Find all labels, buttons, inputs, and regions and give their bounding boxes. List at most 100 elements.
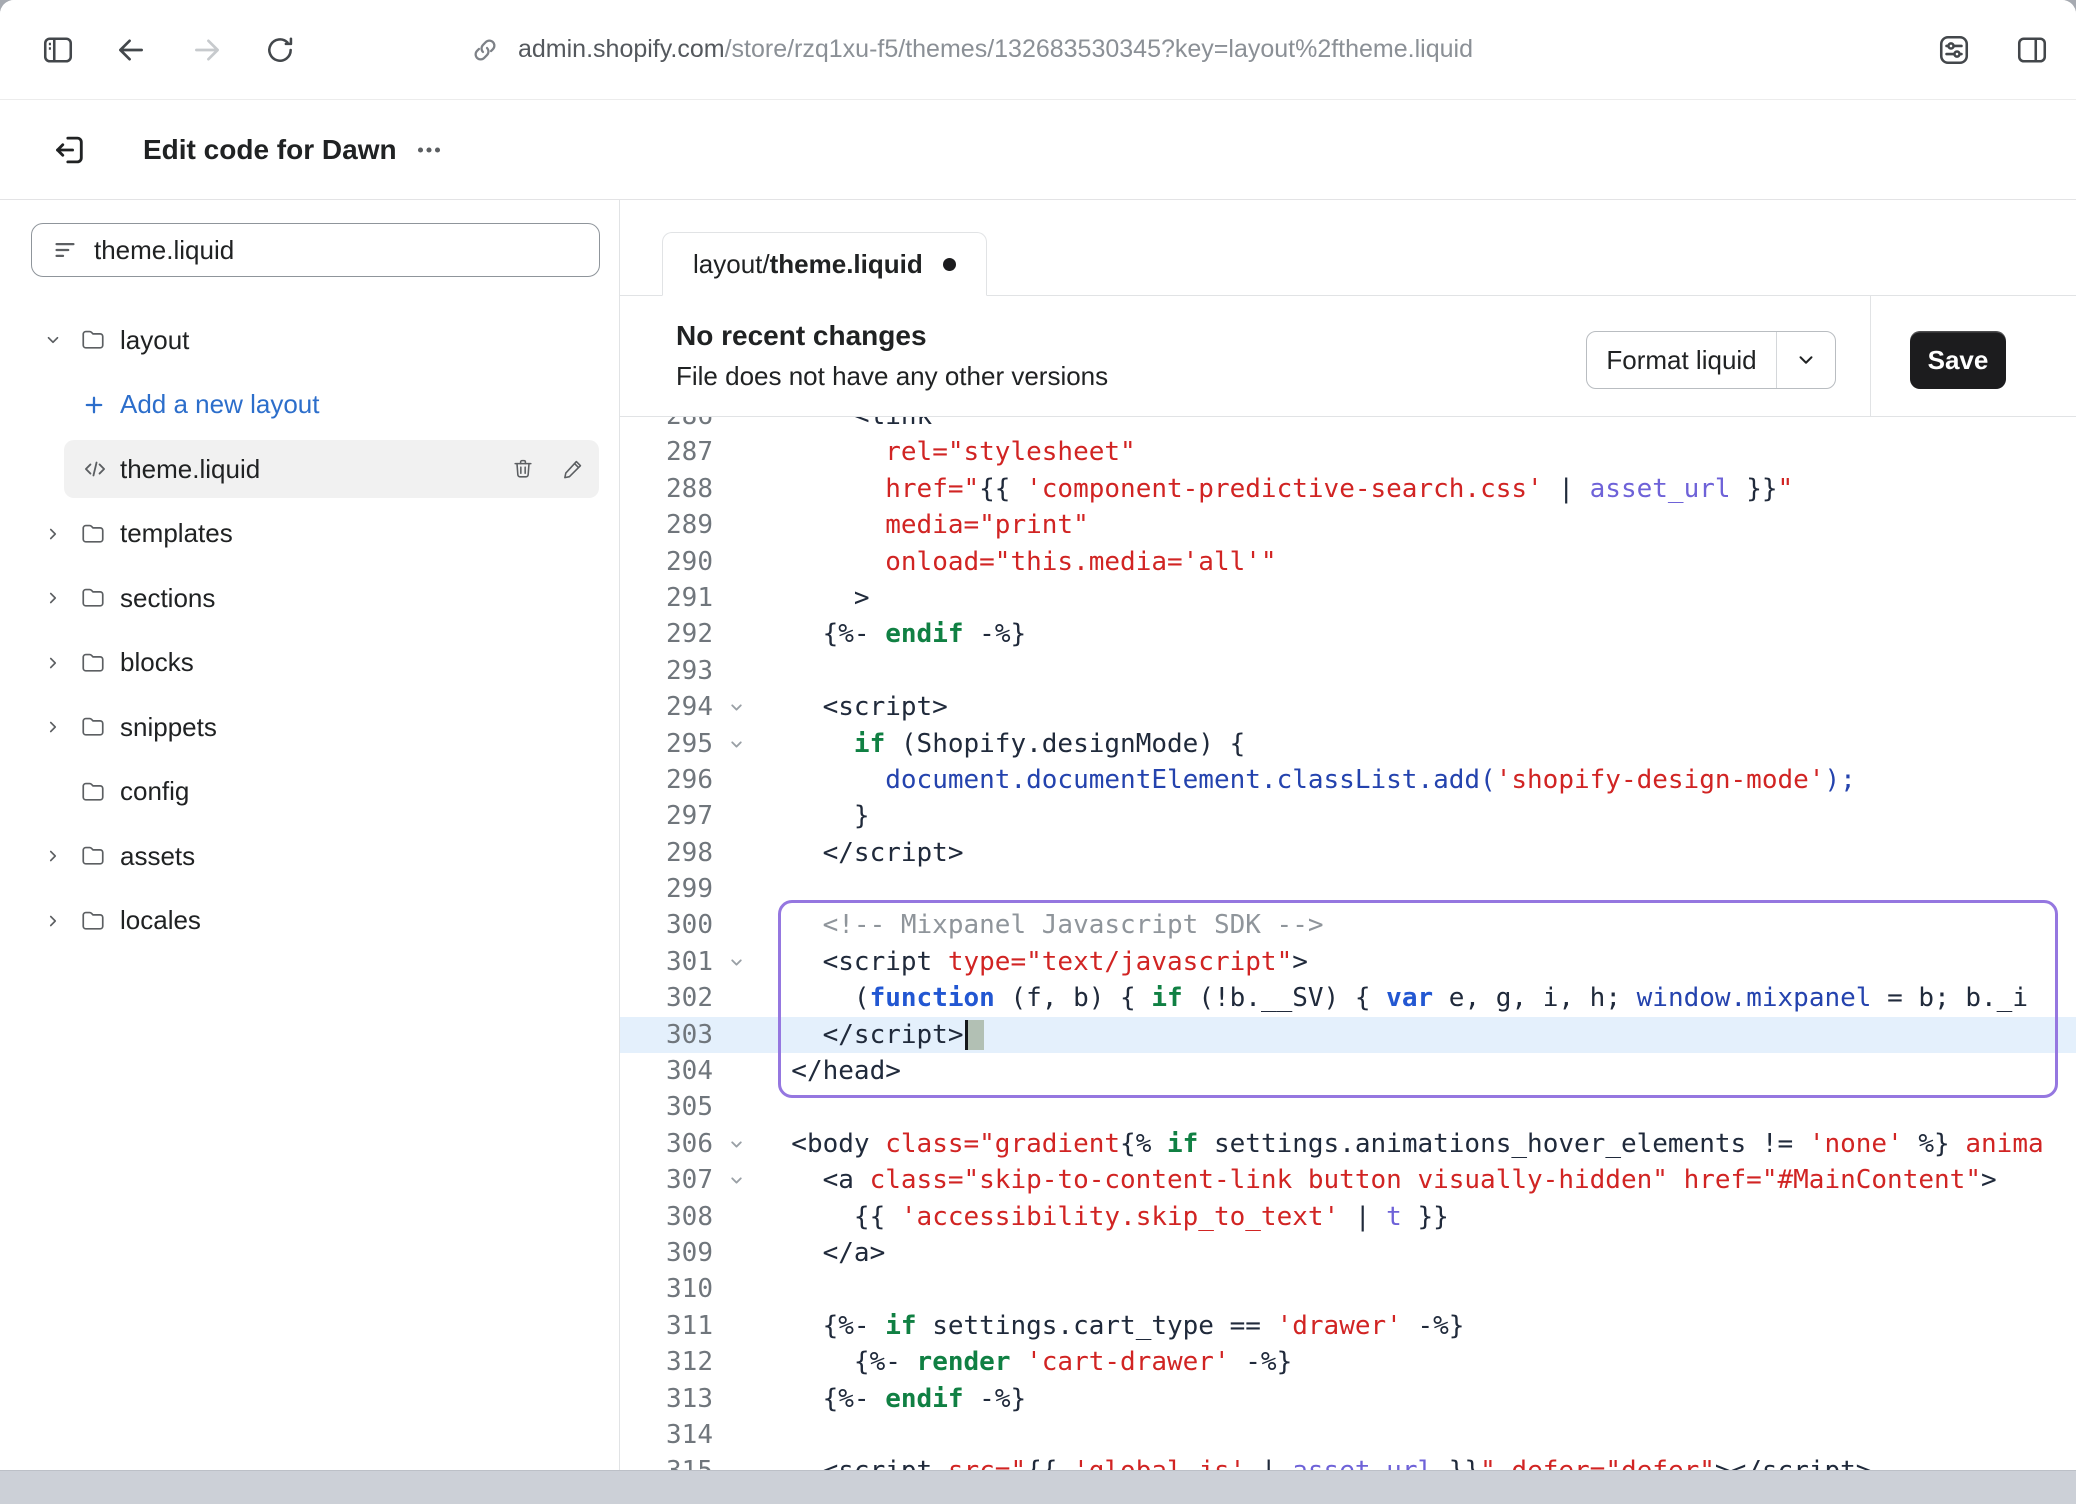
- line-number[interactable]: 302: [620, 980, 713, 1016]
- code-text[interactable]: </head>: [760, 1053, 901, 1089]
- code-text[interactable]: </a>: [760, 1235, 885, 1271]
- action-add-a-new-layout[interactable]: Add a new layout: [0, 373, 619, 438]
- extensions-icon[interactable]: [1936, 32, 1972, 68]
- code-line[interactable]: 298 </script>: [620, 835, 2076, 871]
- code-line[interactable]: 314: [620, 1417, 2076, 1453]
- tab-theme-liquid[interactable]: layout/theme.liquid: [662, 232, 987, 296]
- code-text[interactable]: {%- render 'cart-drawer' -%}: [760, 1344, 1292, 1380]
- code-line[interactable]: 303 </script>: [620, 1017, 2076, 1053]
- code-text[interactable]: <script type="text/javascript">: [760, 944, 1308, 980]
- file-item-theme-liquid[interactable]: theme.liquid: [64, 440, 599, 498]
- code-text[interactable]: >: [760, 580, 870, 616]
- sidebar-item-locales[interactable]: locales: [0, 889, 619, 954]
- line-number[interactable]: 305: [620, 1089, 713, 1125]
- fold-chevron-icon[interactable]: [728, 729, 745, 759]
- file-filter-input[interactable]: [94, 235, 599, 266]
- code-text[interactable]: if (Shopify.designMode) {: [760, 726, 1245, 762]
- forward-icon[interactable]: [190, 33, 224, 67]
- code-text[interactable]: </script>: [760, 835, 964, 871]
- code-line[interactable]: 302 (function (f, b) { if (!b.__SV) { va…: [620, 980, 2076, 1016]
- code-line[interactable]: 305: [620, 1089, 2076, 1125]
- sidebar-item-config[interactable]: config: [0, 760, 619, 825]
- line-number[interactable]: 303: [620, 1017, 713, 1053]
- sidebar-item-assets[interactable]: assets: [0, 824, 619, 889]
- sidebar-item-sections[interactable]: sections: [0, 566, 619, 631]
- chevron-right-icon[interactable]: [44, 654, 62, 672]
- code-line[interactable]: 308 {{ 'accessibility.skip_to_text' | t …: [620, 1199, 2076, 1235]
- line-number[interactable]: 307: [620, 1162, 713, 1198]
- chevron-right-icon[interactable]: [44, 589, 62, 607]
- url-bar[interactable]: admin.shopify.com/store/rzq1xu-f5/themes…: [518, 35, 1473, 64]
- line-number[interactable]: 295: [620, 726, 713, 762]
- chevron-right-icon[interactable]: [44, 525, 62, 543]
- code-line[interactable]: 304 </head>: [620, 1053, 2076, 1089]
- line-number[interactable]: 298: [620, 835, 713, 871]
- line-number[interactable]: 297: [620, 798, 713, 834]
- sidebar-item-templates[interactable]: templates: [0, 502, 619, 567]
- code-line[interactable]: 296 document.documentElement.classList.a…: [620, 762, 2076, 798]
- line-number[interactable]: 291: [620, 580, 713, 616]
- line-number[interactable]: 315: [620, 1453, 713, 1470]
- code-line[interactable]: 315 <script src="{{ 'global.js' | asset_…: [620, 1453, 2076, 1470]
- more-icon[interactable]: [412, 133, 446, 167]
- chevron-down-icon[interactable]: [1777, 349, 1835, 371]
- chevron-right-icon[interactable]: [44, 912, 62, 930]
- code-text[interactable]: media="print": [760, 507, 1089, 543]
- chevron-down-icon[interactable]: [44, 331, 62, 349]
- line-number[interactable]: 293: [620, 653, 713, 689]
- code-text[interactable]: <script>: [760, 689, 948, 725]
- code-text[interactable]: href="{{ 'component-predictive-search.cs…: [760, 471, 1793, 507]
- line-number[interactable]: 294: [620, 689, 713, 725]
- code-line[interactable]: 289 media="print": [620, 507, 2076, 543]
- line-number[interactable]: 306: [620, 1126, 713, 1162]
- code-text[interactable]: onload="this.media='all'": [760, 544, 1277, 580]
- code-line[interactable]: 313 {%- endif -%}: [620, 1381, 2076, 1417]
- code-line[interactable]: 299: [620, 871, 2076, 907]
- format-liquid-button[interactable]: Format liquid: [1586, 331, 1836, 389]
- chevron-right-icon[interactable]: [44, 718, 62, 736]
- horizontal-scrollbar[interactable]: [0, 1470, 2076, 1504]
- code-line[interactable]: 307 <a class="skip-to-content-link butto…: [620, 1162, 2076, 1198]
- edit-icon[interactable]: [561, 457, 585, 481]
- code-line[interactable]: 295 if (Shopify.designMode) {: [620, 726, 2076, 762]
- fold-chevron-icon[interactable]: [728, 1165, 745, 1195]
- line-number[interactable]: 287: [620, 434, 713, 470]
- code-text[interactable]: }: [760, 798, 870, 834]
- fold-chevron-icon[interactable]: [728, 947, 745, 977]
- code-line[interactable]: 306 <body class="gradient{% if settings.…: [620, 1126, 2076, 1162]
- code-text[interactable]: {%- endif -%}: [760, 616, 1026, 652]
- exit-icon[interactable]: [52, 131, 90, 169]
- code-text[interactable]: rel="stylesheet": [760, 434, 1136, 470]
- code-text[interactable]: <a class="skip-to-content-link button vi…: [760, 1162, 1997, 1198]
- code-line[interactable]: 290 onload="this.media='all'": [620, 544, 2076, 580]
- code-text[interactable]: {{ 'accessibility.skip_to_text' | t }}: [760, 1199, 1449, 1235]
- panel-toggle-icon[interactable]: [2014, 32, 2050, 68]
- code-line[interactable]: 301 <script type="text/javascript">: [620, 944, 2076, 980]
- sidebar-item-snippets[interactable]: snippets: [0, 695, 619, 760]
- code-text[interactable]: <!-- Mixpanel Javascript SDK -->: [760, 907, 1324, 943]
- code-text[interactable]: <body class="gradient{% if settings.anim…: [760, 1126, 2044, 1162]
- code-text[interactable]: <link: [760, 417, 932, 434]
- line-number[interactable]: 312: [620, 1344, 713, 1380]
- code-line[interactable]: 294 <script>: [620, 689, 2076, 725]
- code-line[interactable]: 300 <!-- Mixpanel Javascript SDK -->: [620, 907, 2076, 943]
- line-number[interactable]: 286: [620, 417, 713, 434]
- line-number[interactable]: 308: [620, 1199, 713, 1235]
- code-text[interactable]: </script>: [760, 1017, 984, 1053]
- back-icon[interactable]: [114, 33, 148, 67]
- code-line[interactable]: 291 >: [620, 580, 2076, 616]
- code-line[interactable]: 288 href="{{ 'component-predictive-searc…: [620, 471, 2076, 507]
- code-line[interactable]: 297 }: [620, 798, 2076, 834]
- code-editor[interactable]: 286 <link287 rel="stylesheet"288 href="{…: [620, 417, 2076, 1470]
- code-line[interactable]: 287 rel="stylesheet": [620, 434, 2076, 470]
- line-number[interactable]: 289: [620, 507, 713, 543]
- code-line[interactable]: 286 <link: [620, 417, 2076, 434]
- file-filter-box[interactable]: [31, 223, 600, 277]
- reload-icon[interactable]: [264, 34, 296, 66]
- delete-icon[interactable]: [511, 457, 535, 481]
- code-text[interactable]: (function (f, b) { if (!b.__SV) { var e,…: [760, 980, 2028, 1016]
- sidebar-item-layout[interactable]: layout: [0, 308, 619, 373]
- line-number[interactable]: 288: [620, 471, 713, 507]
- code-text[interactable]: {%- endif -%}: [760, 1381, 1026, 1417]
- line-number[interactable]: 310: [620, 1271, 713, 1307]
